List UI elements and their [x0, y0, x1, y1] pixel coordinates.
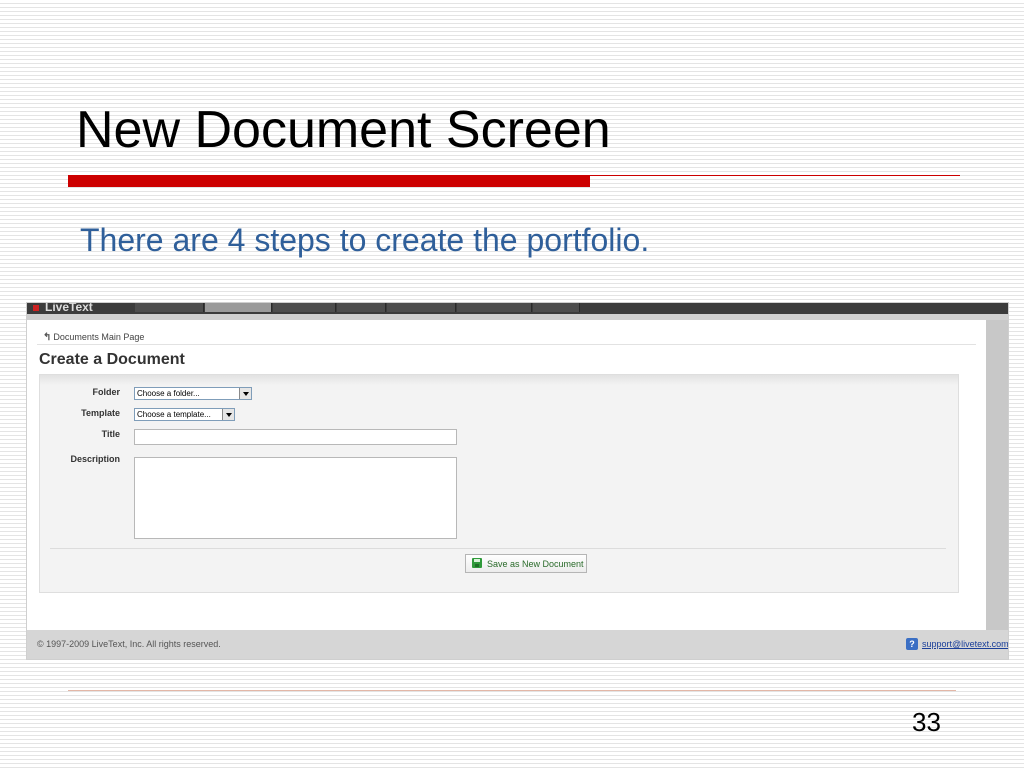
- description-textarea[interactable]: [134, 457, 457, 539]
- breadcrumb-divider: [37, 344, 976, 345]
- nav-tab[interactable]: [457, 303, 532, 312]
- help-icon[interactable]: ?: [906, 638, 918, 650]
- app-screenshot: LiveText ↰ Documents Main Page Create a D…: [26, 302, 1009, 660]
- create-document-form: Folder Choose a folder... Template Choos…: [39, 374, 959, 593]
- folder-select-value: Choose a folder...: [137, 389, 200, 398]
- nav-tab[interactable]: [533, 303, 580, 312]
- nav-tab[interactable]: [135, 303, 204, 312]
- folder-label: Folder: [92, 387, 120, 397]
- save-icon: [472, 558, 482, 568]
- slide-subtitle: There are 4 steps to create the portfoli…: [80, 222, 650, 258]
- app-footer: © 1997-2009 LiveText, Inc. All rights re…: [27, 630, 1008, 659]
- title-label: Title: [101, 429, 120, 439]
- title-input[interactable]: [134, 429, 457, 445]
- page-heading: Create a Document: [39, 351, 185, 368]
- chevron-down-icon[interactable]: [239, 388, 251, 399]
- save-button-label: Save as New Document: [487, 559, 584, 569]
- top-navigation-bar: LiveText: [27, 303, 1008, 314]
- support-email-link[interactable]: support@livetext.com: [922, 639, 1008, 649]
- footer-divider: [68, 690, 956, 691]
- main-content: ↰ Documents Main Page Create a Document F…: [27, 320, 986, 630]
- description-label: Description: [70, 454, 120, 464]
- form-divider: [50, 548, 946, 549]
- copyright-text: © 1997-2009 LiveText, Inc. All rights re…: [37, 639, 221, 649]
- breadcrumb[interactable]: ↰ Documents Main Page: [43, 332, 144, 343]
- folder-select[interactable]: Choose a folder...: [134, 387, 252, 400]
- chevron-down-icon[interactable]: [222, 409, 234, 420]
- slide-title: New Document Screen: [76, 101, 611, 159]
- app-logo: LiveText: [33, 303, 93, 314]
- breadcrumb-link[interactable]: Documents Main Page: [53, 332, 144, 342]
- template-select-value: Choose a template...: [137, 410, 211, 419]
- save-as-new-document-button[interactable]: Save as New Document: [465, 554, 587, 573]
- app-logo-text: LiveText: [45, 303, 93, 314]
- title-underline-thin: [590, 175, 960, 176]
- nav-tab[interactable]: [273, 303, 336, 312]
- nav-tab-active[interactable]: [205, 303, 272, 312]
- vertical-scrollbar[interactable]: [986, 320, 1008, 630]
- nav-tab[interactable]: [337, 303, 386, 312]
- logo-mark-icon: [33, 304, 39, 311]
- template-select[interactable]: Choose a template...: [134, 408, 235, 421]
- page-number: 33: [912, 707, 941, 737]
- title-underline-thick: [68, 175, 590, 187]
- back-arrow-icon: ↰: [43, 332, 52, 343]
- template-label: Template: [81, 408, 120, 418]
- nav-tab[interactable]: [387, 303, 456, 312]
